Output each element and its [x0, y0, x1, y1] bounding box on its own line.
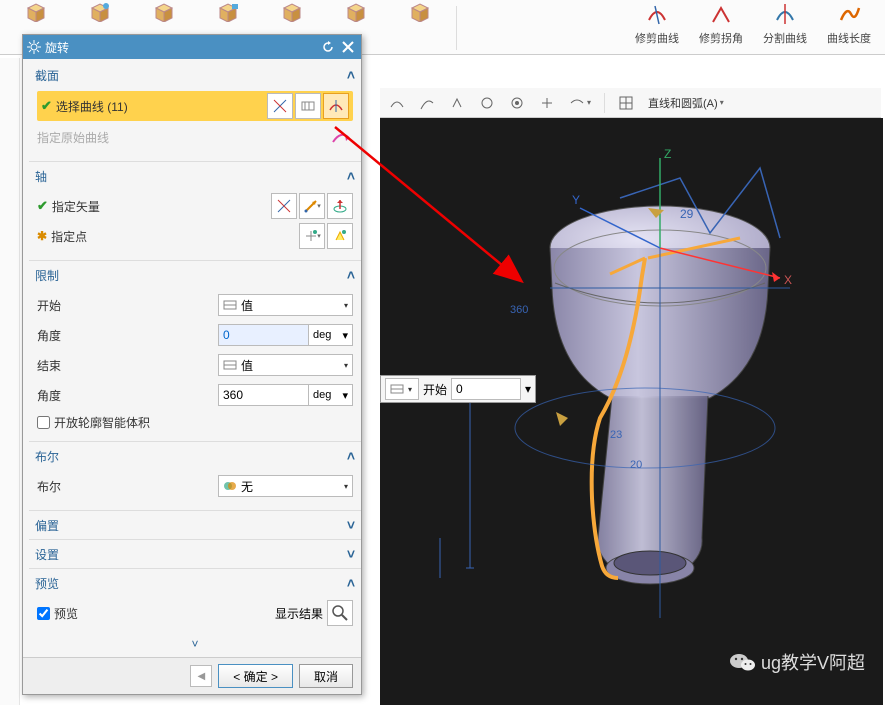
preview-checkbox[interactable]: 预览 [37, 602, 275, 624]
open-contour-checkbox[interactable]: 开放轮廓智能体积 [37, 411, 353, 433]
boolean-select[interactable]: 无 ▾ [218, 475, 353, 497]
dialog-footer: ◀ < 确定 > 取消 [23, 657, 361, 694]
expand-toggle[interactable]: ˅ [29, 635, 361, 653]
start-type-select[interactable]: 值 ▾ [218, 294, 353, 316]
gear-icon [27, 40, 41, 54]
point-dialog-button[interactable] [327, 223, 353, 249]
vector-dialog-button[interactable]: ▾ [299, 193, 325, 219]
ribbon-label: 修剪拐角 [699, 30, 743, 46]
svg-text:Z: Z [664, 147, 671, 161]
curve-filter-button[interactable] [267, 93, 293, 119]
ribbon-label: 分割曲线 [763, 30, 807, 46]
svg-text:23: 23 [610, 429, 622, 441]
float-value-input[interactable] [451, 378, 521, 400]
show-result-button[interactable] [327, 600, 353, 626]
tool2-text: 直线和圆弧(A) [648, 95, 718, 111]
vector-infer-button[interactable] [271, 193, 297, 219]
cancel-button[interactable]: 取消 [299, 664, 353, 688]
ribbon-label: 修剪曲线 [635, 30, 679, 46]
curve-rule-button[interactable] [295, 93, 321, 119]
ribbon-split-curve[interactable]: 分割曲线 [755, 2, 815, 52]
section-header-axis[interactable]: 轴 ˄ [29, 164, 361, 188]
float-dropdown-arrow[interactable]: ▾ [525, 382, 531, 396]
dialog-titlebar[interactable]: 旋转 [23, 35, 361, 59]
ribbon-trim-curve[interactable]: 修剪曲线 [627, 2, 687, 52]
float-label: 开始 [423, 381, 447, 398]
chevron-up-icon: ˄ [347, 267, 355, 283]
tool2-arc[interactable] [414, 92, 440, 114]
left-strip [0, 58, 20, 705]
tool2-plus[interactable] [534, 92, 560, 114]
section-header-section[interactable]: 截面 ˄ [29, 63, 361, 87]
end-type-select[interactable]: 值 ▾ [218, 354, 353, 376]
ok-button[interactable]: < 确定 > [218, 664, 293, 688]
svg-text:Y: Y [572, 193, 580, 207]
section-header-limits[interactable]: 限制 ˄ [29, 263, 361, 287]
svg-text:360: 360 [510, 304, 528, 316]
section-header-settings[interactable]: 设置 ˅ [29, 542, 361, 566]
dialog-close-icon[interactable] [339, 38, 357, 56]
chevron-up-icon: ˄ [347, 448, 355, 464]
revolve-dialog: 旋转 截面 ˄ ✔选择曲线 (11) 指定原始曲线 [22, 34, 362, 695]
chevron-up-icon: ˄ [347, 168, 355, 184]
show-result-label: 显示结果 [275, 605, 323, 622]
tool2-line-arc-menu[interactable]: 直线和圆弧(A) ▾ [643, 92, 729, 114]
chevron-down-icon: ˅ [347, 517, 355, 533]
tool2-circle2[interactable] [504, 92, 530, 114]
tool2-circle1[interactable] [474, 92, 500, 114]
point-infer-button[interactable]: ▾ [299, 223, 325, 249]
nav-prev-button[interactable]: ◀ [190, 665, 212, 687]
vector-reverse-button[interactable] [327, 193, 353, 219]
svg-text:20: 20 [630, 459, 642, 471]
tool2-grid[interactable] [613, 92, 639, 114]
origin-curve-button[interactable] [327, 124, 353, 150]
dialog-reset-icon[interactable] [319, 38, 337, 56]
stop-at-intersection-button[interactable] [323, 93, 349, 119]
section-header-boolean[interactable]: 布尔 ˄ [29, 444, 361, 468]
start-angle-input[interactable] [218, 324, 309, 346]
tool2-curves[interactable] [384, 92, 410, 114]
tool2-arc2[interactable] [444, 92, 470, 114]
checkmark-icon: ✔ [41, 98, 52, 114]
chevron-down-icon: ˅ [347, 546, 355, 562]
wechat-icon [729, 650, 757, 674]
watermark: ug教学V阿超 [729, 649, 865, 675]
ribbon-trim-corner[interactable]: 修剪拐角 [691, 2, 751, 52]
section-header-offset[interactable]: 偏置 ˅ [29, 513, 361, 537]
select-curve-row[interactable]: ✔选择曲线 (11) [37, 91, 353, 121]
section-header-preview[interactable]: 预览 ˄ [29, 571, 361, 595]
chevron-up-icon: ˄ [347, 67, 355, 83]
viewport-float-input[interactable]: ▾ 开始 ▾ [380, 375, 536, 403]
svg-text:X: X [784, 273, 792, 287]
svg-text:29: 29 [680, 207, 694, 221]
end-angle-input[interactable] [218, 384, 309, 406]
ribbon-label: 曲线长度 [827, 30, 871, 46]
float-type-select[interactable]: ▾ [385, 378, 419, 400]
end-angle-unit[interactable]: deg▾ [309, 384, 353, 406]
secondary-toolbar: ▾ 直线和圆弧(A) ▾ [380, 88, 881, 118]
ribbon-curve-length[interactable]: 曲线长度 [819, 2, 879, 52]
ribbon-cube-7[interactable] [390, 2, 450, 52]
tool2-more[interactable]: ▾ [564, 92, 596, 114]
dialog-body: 截面 ˄ ✔选择曲线 (11) 指定原始曲线 轴 ˄ [23, 59, 361, 657]
dialog-title: 旋转 [45, 39, 317, 56]
checkmark-icon: ✔ [37, 198, 48, 214]
start-angle-unit[interactable]: deg▾ [309, 324, 353, 346]
chevron-up-icon: ˄ [347, 575, 355, 591]
asterisk-icon: ✱ [37, 229, 47, 243]
viewport-3d[interactable]: X Z Y 29 23 20 360 [380, 118, 883, 705]
origin-curve-label: 指定原始曲线 [37, 129, 327, 146]
